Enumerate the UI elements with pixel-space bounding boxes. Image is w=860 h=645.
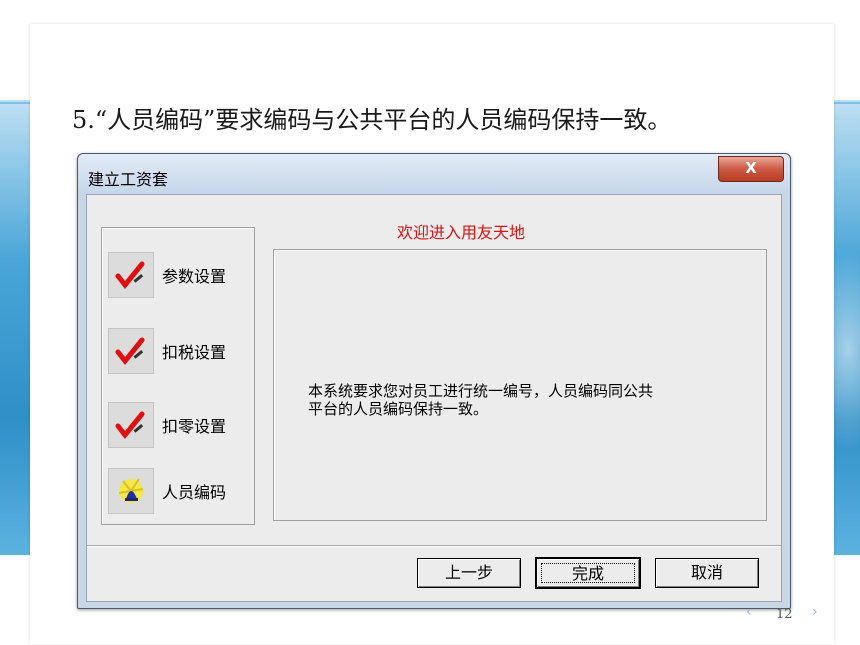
slide-title: 5.“人员编码”要求编码与公共平台的人员编码保持一致。 [72,106,672,134]
step-item-tax[interactable]: 扣税设置 [106,326,251,374]
steps-panel: 参数设置 扣税设置 扣零设置 人员编码 [101,227,255,525]
checkmark-pencil-icon [108,252,154,298]
dialog-title: 建立工资套 [88,170,169,189]
step-item-params[interactable]: 参数设置 [106,250,251,298]
step-label: 人员编码 [162,483,227,502]
finish-button[interactable]: 完成 [535,557,641,589]
dialog-window: 建立工资套 X 欢迎进入用友天地 参数设置 扣税设置 扣零设置 人员编码 本系统… [77,153,791,609]
dialog-client-area: 欢迎进入用友天地 参数设置 扣税设置 扣零设置 人员编码 本系统要求您对员工进行… [86,194,782,602]
checkmark-pencil-icon [108,402,154,448]
step-label: 参数设置 [162,267,227,286]
message-panel: 本系统要求您对员工进行统一编号，人员编码同公共 平台的人员编码保持一致。 [273,249,767,521]
step-item-rounding[interactable]: 扣零设置 [106,400,251,448]
message-line: 本系统要求您对员工进行统一编号，人员编码同公共 [308,382,654,400]
checkmark-pencil-icon [108,328,154,374]
button-separator [87,545,781,547]
close-button[interactable]: X [718,156,784,182]
step-item-staff-code[interactable]: 人员编码 [106,466,251,514]
message-text: 本系统要求您对员工进行统一编号，人员编码同公共 平台的人员编码保持一致。 [308,382,728,418]
message-line: 平台的人员编码保持一致。 [308,400,489,418]
close-icon: X [745,159,757,177]
welcome-text: 欢迎进入用友天地 [397,223,526,242]
step-label: 扣零设置 [162,417,227,436]
chevron-right-icon[interactable]: › [812,604,818,620]
chevron-left-icon[interactable]: ‹ [746,604,752,620]
step-label: 扣税设置 [162,343,227,362]
bell-icon [108,468,154,514]
prev-step-button[interactable]: 上一步 [417,558,521,588]
dialog-titlebar[interactable]: 建立工资套 X [78,154,790,194]
page-number: 12 [776,607,793,622]
cancel-button[interactable]: 取消 [655,558,759,588]
finish-button-label: 完成 [541,563,635,583]
